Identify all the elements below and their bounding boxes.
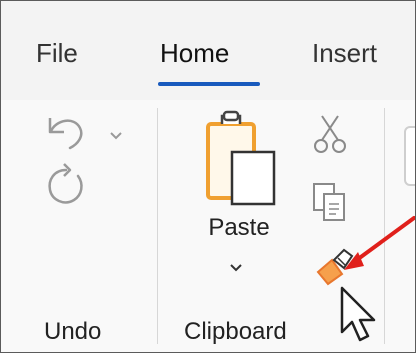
window-frame [0,0,416,353]
